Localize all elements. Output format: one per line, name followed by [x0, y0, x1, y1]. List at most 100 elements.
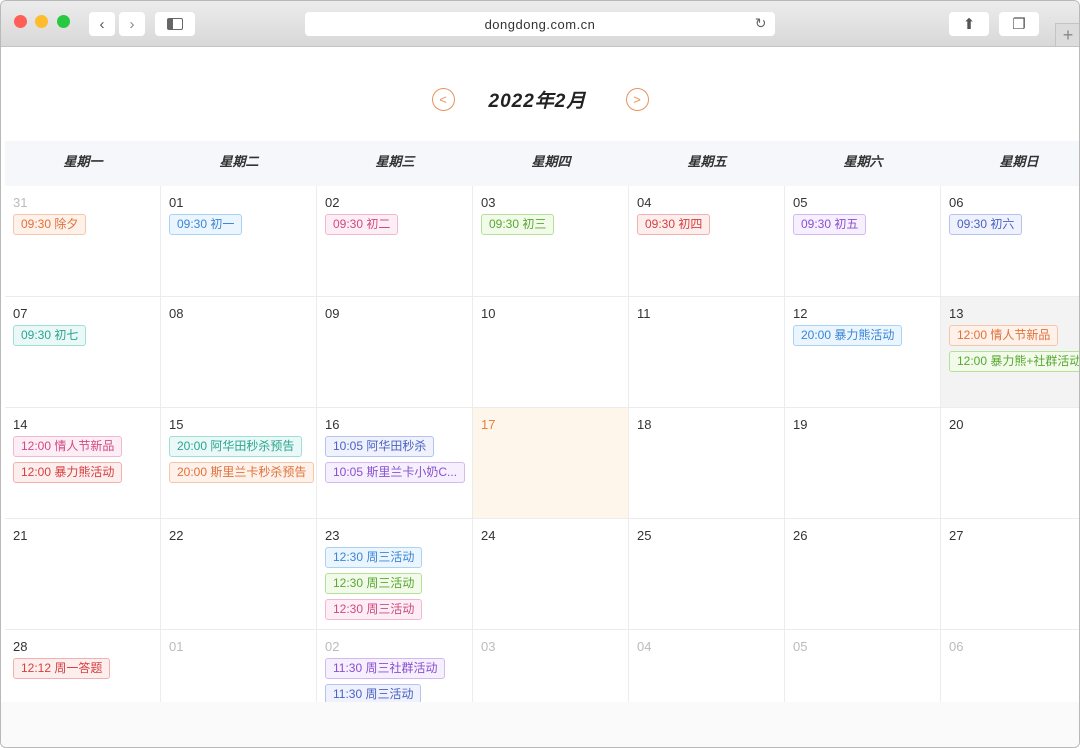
day-cell[interactable]: 26 [785, 519, 941, 630]
event-tag[interactable]: 09:30 初五 [793, 214, 867, 235]
close-window-button[interactable] [14, 15, 27, 28]
day-cell[interactable]: 03 [473, 630, 629, 702]
day-number: 03 [481, 639, 496, 654]
back-button[interactable]: ‹ [89, 12, 115, 36]
day-number: 31 [13, 195, 28, 210]
event-tag[interactable]: 12:00 情人节新品 [13, 436, 123, 457]
day-cell[interactable]: 02 09:30 初二 [317, 186, 473, 297]
day-number: 03 [481, 195, 496, 210]
day-cell[interactable]: 08 [161, 297, 317, 408]
day-number: 02 [325, 195, 340, 210]
maximize-window-button[interactable] [57, 15, 70, 28]
event-tag[interactable]: 12:30 周三活动 [325, 573, 423, 594]
event-tag[interactable]: 09:30 初四 [637, 214, 711, 235]
day-cell[interactable]: 03 09:30 初三 [473, 186, 629, 297]
event-tag[interactable]: 09:30 初三 [481, 214, 555, 235]
browser-toolbar: ‹ › dongdong.com.cn ↻ ⬆ ❐ [1, 1, 1079, 47]
day-cell[interactable]: 28 12:12 周一答题 [5, 630, 161, 702]
day-number: 09 [325, 306, 340, 321]
day-cell[interactable]: 10 [473, 297, 629, 408]
event-tag[interactable]: 09:30 初六 [949, 214, 1023, 235]
event-tag[interactable]: 10:05 阿华田秒杀 [325, 436, 435, 457]
day-cell[interactable]: 01 09:30 初一 [161, 186, 317, 297]
day-number: 04 [637, 639, 652, 654]
day-cell[interactable]: 04 09:30 初四 [629, 186, 785, 297]
day-cell[interactable]: 25 [629, 519, 785, 630]
sidebar-icon [167, 18, 183, 30]
event-tag[interactable]: 10:05 斯里兰卡小奶C... [325, 462, 466, 483]
weekday-label: 星期三 [375, 154, 415, 169]
day-cell[interactable]: 22 [161, 519, 317, 630]
event-tag[interactable]: 11:30 周三社群活动 [325, 658, 446, 679]
day-cell[interactable]: 24 [473, 519, 629, 630]
event-tag[interactable]: 09:30 初一 [169, 214, 243, 235]
address-bar[interactable]: dongdong.com.cn ↻ [305, 12, 775, 36]
weekday-label: 星期日 [999, 154, 1039, 169]
day-cell[interactable]: 01 [161, 630, 317, 702]
event-tag[interactable]: 12:00 情人节新品 [949, 325, 1059, 346]
event-tag[interactable]: 12:30 周三活动 [325, 599, 423, 620]
day-cell[interactable]: 02 11:30 周三社群活动 11:30 周三活动 [317, 630, 473, 702]
day-cell[interactable]: 23 12:30 周三活动 12:30 周三活动 12:30 周三活动 [317, 519, 473, 630]
day-number: 01 [169, 639, 184, 654]
day-cell[interactable]: 18 [629, 408, 785, 519]
day-cell[interactable]: 21 [5, 519, 161, 630]
day-cell[interactable]: 05 09:30 初五 [785, 186, 941, 297]
prev-month-button[interactable]: < [431, 87, 455, 111]
event-tag[interactable]: 20:00 斯里兰卡秒杀预告 [169, 462, 315, 483]
day-number: 06 [949, 195, 964, 210]
weekday-label: 星期六 [843, 154, 883, 169]
month-title: 2022年2月 [488, 90, 587, 112]
tabs-overview-button[interactable]: ❐ [999, 12, 1039, 36]
event-tag[interactable]: 20:00 阿华田秒杀预告 [169, 436, 303, 457]
new-tab-button[interactable]: + [1055, 23, 1079, 47]
day-cell[interactable]: 14 12:00 情人节新品 12:00 暴力熊活动 [5, 408, 161, 519]
day-number: 23 [325, 528, 340, 543]
day-number: 10 [481, 306, 496, 321]
day-cell[interactable]: 17 [473, 408, 629, 519]
weekday-header: 星期一 星期二 星期三 星期四 星期五 星期六 星期日 [5, 141, 1079, 186]
day-cell[interactable]: 15 20:00 阿华田秒杀预告 20:00 斯里兰卡秒杀预告 [161, 408, 317, 519]
day-number: 22 [169, 528, 184, 543]
event-tag[interactable]: 12:30 周三活动 [325, 547, 423, 568]
day-cell[interactable]: 19 [785, 408, 941, 519]
forward-button[interactable]: › [119, 12, 145, 36]
day-number: 27 [949, 528, 964, 543]
event-tag[interactable]: 12:12 周一答题 [13, 658, 111, 679]
event-tag[interactable]: 20:00 暴力熊活动 [793, 325, 903, 346]
day-cell[interactable]: 09 [317, 297, 473, 408]
page-bottom [1, 702, 1079, 747]
event-tag[interactable]: 09:30 除夕 [13, 214, 87, 235]
sidebar-button[interactable] [155, 12, 195, 36]
event-tag[interactable]: 12:00 暴力熊+社群活动 [949, 351, 1079, 372]
day-cell[interactable]: 06 [941, 630, 1079, 702]
chevron-left-icon: ‹ [99, 15, 105, 33]
day-number: 16 [325, 417, 340, 432]
share-button[interactable]: ⬆ [949, 12, 989, 36]
day-cell[interactable]: 05 [785, 630, 941, 702]
day-cell[interactable]: 12 20:00 暴力熊活动 [785, 297, 941, 408]
reload-icon[interactable]: ↻ [755, 15, 767, 32]
tabs-icon: ❐ [1012, 16, 1026, 33]
event-tag[interactable]: 09:30 初七 [13, 325, 87, 346]
day-number: 11 [637, 306, 651, 321]
day-cell[interactable]: 20 [941, 408, 1079, 519]
day-cell[interactable]: 07 09:30 初七 [5, 297, 161, 408]
minimize-window-button[interactable] [35, 15, 48, 28]
day-cell[interactable]: 04 [629, 630, 785, 702]
url-text: dongdong.com.cn [484, 16, 596, 32]
day-cell[interactable]: 27 [941, 519, 1079, 630]
calendar-grid: 31 09:30 除夕 01 09:30 初一 02 09:30 初二 03 09:30 初三… [5, 186, 1079, 702]
day-cell[interactable]: 11 [629, 297, 785, 408]
day-cell[interactable]: 31 09:30 除夕 [5, 186, 161, 297]
day-number: 20 [949, 417, 964, 432]
event-tag[interactable]: 11:30 周三活动 [325, 684, 422, 702]
next-month-button[interactable]: > [625, 87, 649, 111]
event-tag[interactable]: 09:30 初二 [325, 214, 399, 235]
day-cell[interactable]: 06 09:30 初六 [941, 186, 1079, 297]
day-cell[interactable]: 13 12:00 情人节新品 12:00 暴力熊+社群活动 [941, 297, 1079, 408]
day-number: 01 [169, 195, 184, 210]
day-cell[interactable]: 16 10:05 阿华田秒杀 10:05 斯里兰卡小奶C... [317, 408, 473, 519]
day-number: 05 [793, 639, 808, 654]
event-tag[interactable]: 12:00 暴力熊活动 [13, 462, 123, 483]
